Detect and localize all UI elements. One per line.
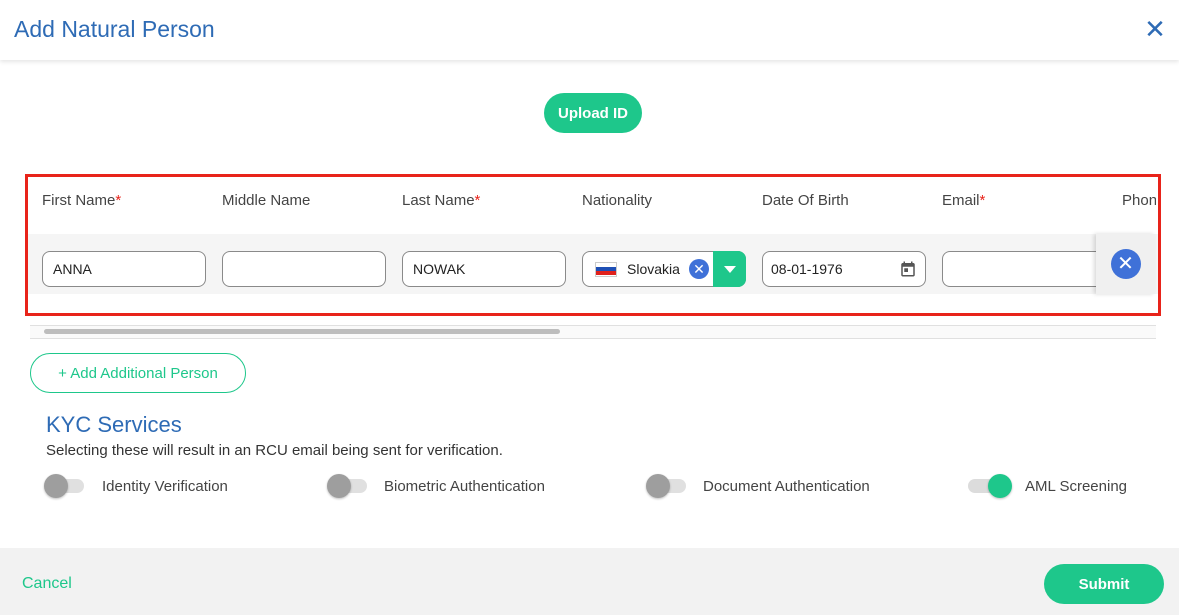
date-of-birth-input[interactable]: 08-01-1976	[762, 251, 926, 287]
clear-icon[interactable]: ✕	[689, 259, 709, 279]
dialog-title: Add Natural Person	[14, 16, 215, 42]
nationality-select[interactable]: Slovakia ✕	[582, 251, 746, 287]
header-label: Date Of Birth	[762, 192, 849, 209]
header-label: Nationality	[582, 192, 653, 209]
date-of-birth-value: 08-01-1976	[771, 261, 843, 277]
header-middle-name: Middle Name	[222, 192, 310, 209]
biometric-authentication-label: Biometric Authentication	[384, 478, 545, 495]
header-email: Email*	[942, 192, 985, 209]
last-name-input[interactable]: NOWAK	[402, 251, 566, 287]
remove-icon[interactable]: ✕	[1110, 249, 1141, 279]
header-phone: Phon	[1122, 192, 1156, 209]
required-mark: *	[474, 192, 481, 209]
chevron-down-icon[interactable]	[713, 251, 746, 287]
header-date-of-birth: Date Of Birth	[762, 192, 849, 209]
header-label: Middle Name	[222, 192, 311, 209]
nationality-value: Slovakia	[627, 261, 680, 277]
remove-row-panel: ✕	[1096, 234, 1155, 294]
kyc-subtitle: Selecting these will result in an RCU em…	[46, 442, 503, 459]
kyc-title: KYC Services	[46, 412, 182, 437]
identity-verification-toggle[interactable]	[44, 474, 84, 498]
header-label: Last Name	[402, 192, 475, 209]
document-authentication-label: Document Authentication	[703, 478, 870, 495]
cancel-button[interactable]: Cancel	[22, 575, 72, 593]
header-last-name: Last Name*	[402, 192, 480, 209]
header-nationality: Nationality	[582, 192, 652, 209]
first-name-input[interactable]: ANNA	[42, 251, 206, 287]
horizontal-scrollbar[interactable]	[30, 325, 1156, 339]
biometric-authentication-toggle[interactable]	[327, 474, 367, 498]
header-label: Email	[942, 192, 980, 209]
required-mark: *	[115, 192, 122, 209]
calendar-icon[interactable]	[899, 260, 917, 278]
dialog-header: Add Natural Person ✕	[0, 0, 1179, 60]
scrollbar-thumb[interactable]	[44, 329, 560, 334]
upload-id-button[interactable]: Upload ID	[544, 93, 642, 133]
submit-button[interactable]: Submit	[1044, 564, 1164, 604]
close-icon[interactable]: ✕	[1143, 15, 1167, 43]
middle-name-input[interactable]	[222, 251, 386, 287]
header-label: First Name	[42, 192, 116, 209]
email-input[interactable]	[942, 251, 1112, 287]
header-first-name: First Name*	[42, 192, 121, 209]
document-authentication-toggle[interactable]	[646, 474, 686, 498]
dialog-footer	[0, 548, 1179, 615]
aml-screening-toggle[interactable]	[968, 474, 1012, 498]
aml-screening-label: AML Screening	[1025, 478, 1127, 495]
header-label: Phon	[1122, 192, 1156, 209]
slovakia-flag-icon	[595, 261, 617, 277]
add-additional-person-button[interactable]: + Add Additional Person	[30, 353, 246, 393]
identity-verification-label: Identity Verification	[102, 478, 228, 495]
required-mark: *	[979, 192, 986, 209]
